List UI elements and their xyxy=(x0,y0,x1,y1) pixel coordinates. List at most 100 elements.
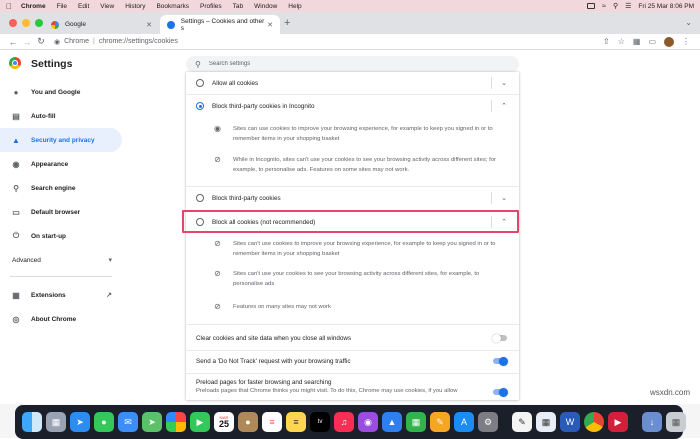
sidebar-item-on-start-up[interactable]: ⏻ On start-up xyxy=(0,224,122,248)
share-icon[interactable]: ⇧ xyxy=(603,37,610,46)
reminders-icon[interactable]: ≡ xyxy=(262,412,282,432)
menu-file[interactable]: File xyxy=(57,3,67,10)
menu-tab[interactable]: Tab xyxy=(233,3,243,10)
sidebar-item-default-browser[interactable]: ▭ Default browser xyxy=(0,200,122,224)
search-settings-box[interactable]: ⚲ xyxy=(186,56,519,72)
apple-logo-icon[interactable]:  xyxy=(6,2,12,11)
keynote-icon[interactable]: ▲ xyxy=(382,412,402,432)
maps-icon[interactable]: ➤ xyxy=(142,412,162,432)
tab-google[interactable]: Google ✕ xyxy=(44,15,159,34)
finder-icon[interactable] xyxy=(22,412,42,432)
safari-icon[interactable]: ➤ xyxy=(70,412,90,432)
sidebar-item-label: Security and privacy xyxy=(31,136,95,144)
menu-bookmarks[interactable]: Bookmarks xyxy=(156,3,189,10)
forward-icon[interactable]: → xyxy=(20,37,34,47)
radio-allow-all[interactable] xyxy=(196,79,204,87)
sidebar-item-autofill[interactable]: ▤ Auto-fill xyxy=(0,104,122,128)
menu-profiles[interactable]: Profiles xyxy=(200,3,222,10)
menu-app-name[interactable]: Chrome xyxy=(21,3,46,10)
extensions-puzzle-icon[interactable]: ▦ xyxy=(633,37,641,46)
messages-icon[interactable]: ● xyxy=(94,412,114,432)
setting-preload-pages[interactable]: Preload pages for faster browsing and se… xyxy=(186,378,519,397)
preload-pages-toggle[interactable] xyxy=(493,387,508,397)
numbers-icon[interactable]: ▦ xyxy=(406,412,426,432)
photos-icon[interactable] xyxy=(166,412,186,432)
sidebar-item-security-and-privacy[interactable]: ▲ Security and privacy xyxy=(0,128,122,152)
sidebar-item-about-chrome[interactable]: ◎ About Chrome xyxy=(0,307,122,331)
chevron-down-icon[interactable]: ⌄ xyxy=(501,79,507,87)
close-tab-icon[interactable]: ✕ xyxy=(146,21,152,29)
site-info-icon[interactable]: ◉ xyxy=(54,38,60,46)
tab-title: Settings – Cookies and other s xyxy=(180,17,265,32)
clear-on-close-toggle[interactable] xyxy=(492,333,507,343)
zoom-window-button[interactable] xyxy=(35,19,43,27)
system-preferences-icon[interactable]: ⚙ xyxy=(478,412,498,432)
setting-do-not-track[interactable]: Send a 'Do Not Track' request with your … xyxy=(186,349,519,373)
setting-clear-on-close[interactable]: Clear cookies and site data when you clo… xyxy=(186,326,519,350)
address-bar[interactable]: ◉ Chrome | chrome://settings/cookies xyxy=(54,36,178,48)
omnibox-url[interactable]: chrome://settings/cookies xyxy=(99,38,178,45)
radio-block-incognito[interactable] xyxy=(196,102,204,110)
menu-window[interactable]: Window xyxy=(254,3,277,10)
chrome-dock-icon[interactable] xyxy=(584,412,604,432)
menu-history[interactable]: History xyxy=(125,3,145,10)
chevron-down-icon: ▾ xyxy=(108,257,112,264)
menu-help[interactable]: Help xyxy=(288,3,301,10)
sidebar-item-search-engine[interactable]: ⚲ Search engine xyxy=(0,176,122,200)
option-block-third-party-incognito[interactable]: Block third-party cookies in Incognito ⌃ xyxy=(186,95,519,117)
menu-edit[interactable]: Edit xyxy=(78,3,89,10)
bookmark-star-icon[interactable]: ☆ xyxy=(618,37,625,46)
chevron-down-icon[interactable]: ⌄ xyxy=(501,194,507,202)
chevron-up-icon[interactable]: ⌃ xyxy=(501,102,507,110)
tab-settings[interactable]: Settings – Cookies and other s ✕ xyxy=(160,15,280,34)
control-center-icon[interactable]: ☰ xyxy=(625,2,631,10)
word-icon[interactable]: W xyxy=(560,412,580,432)
info-block-all-features: ⊘ Features on many sites may not work xyxy=(186,302,519,312)
sidebar-item-appearance[interactable]: ◉ Appearance xyxy=(0,152,122,176)
app-store-icon[interactable]: A xyxy=(454,412,474,432)
tab-search-chevron-icon[interactable]: ⌄ xyxy=(685,18,692,27)
textedit-icon[interactable]: ✎ xyxy=(512,412,532,432)
sidebar-item-extensions[interactable]: ▦ Extensions ↗ xyxy=(0,283,122,307)
more-menu-icon[interactable]: ⋮ xyxy=(682,37,690,46)
side-panel-icon[interactable]: ▭ xyxy=(648,37,656,46)
battery-icon[interactable] xyxy=(587,3,596,9)
calendar-icon[interactable]: MAR 25 xyxy=(214,412,234,432)
mail-icon[interactable]: ✉ xyxy=(118,412,138,432)
preview-icon[interactable]: ▦ xyxy=(536,412,556,432)
minimize-window-button[interactable] xyxy=(22,19,30,27)
option-block-third-party-cookies[interactable]: Block third-party cookies ⌄ xyxy=(186,187,519,209)
close-tab-icon[interactable]: ✕ xyxy=(267,21,273,29)
facetime-icon[interactable]: ▶ xyxy=(190,412,210,432)
contacts-icon[interactable]: ● xyxy=(238,412,258,432)
menubar-datetime[interactable]: Fri 25 Mar 8:06 PM xyxy=(638,3,694,10)
trash-icon[interactable]: ▦ xyxy=(666,412,686,432)
podcasts-icon[interactable]: ◉ xyxy=(358,412,378,432)
apple-tv-icon[interactable]: tv xyxy=(310,412,330,432)
wifi-icon[interactable]: ≈ xyxy=(602,3,606,10)
info-text: Sites can't use cookies to improve your … xyxy=(233,241,496,257)
divider xyxy=(186,373,519,374)
pages-icon[interactable]: ✎ xyxy=(430,412,450,432)
close-window-button[interactable] xyxy=(9,19,17,27)
vpn-app-icon[interactable]: ▶ xyxy=(608,412,628,432)
new-tab-icon[interactable]: + xyxy=(284,17,290,29)
spotlight-icon[interactable]: ⚲ xyxy=(613,2,618,10)
launchpad-icon[interactable]: ▦ xyxy=(46,412,66,432)
reload-icon[interactable]: ↻ xyxy=(34,36,48,47)
back-icon[interactable]: ← xyxy=(6,37,20,47)
downloads-folder-icon[interactable]: ↓ xyxy=(642,412,662,432)
menu-view[interactable]: View xyxy=(100,3,114,10)
sidebar-item-you-and-google[interactable]: ● You and Google xyxy=(0,80,122,104)
radio-block-third-party[interactable] xyxy=(196,194,204,202)
sidebar-advanced-toggle[interactable]: Advanced ▾ xyxy=(0,248,122,272)
music-icon[interactable]: ♫ xyxy=(334,412,354,432)
profile-avatar[interactable] xyxy=(664,36,674,47)
person-icon: ● xyxy=(13,87,19,97)
option-allow-all-cookies[interactable]: Allow all cookies ⌄ xyxy=(186,72,519,94)
notes-icon[interactable]: ≡ xyxy=(286,412,306,432)
search-input[interactable] xyxy=(208,61,489,67)
do-not-track-toggle[interactable] xyxy=(493,356,508,366)
row-separator xyxy=(491,77,492,89)
dock-area: ▦ ➤ ● ✉ ➤ ▶ MAR 25 ● ≡ ≡ tv ♫ ◉ ▲ ▦ ✎ A ⚙… xyxy=(0,404,700,439)
